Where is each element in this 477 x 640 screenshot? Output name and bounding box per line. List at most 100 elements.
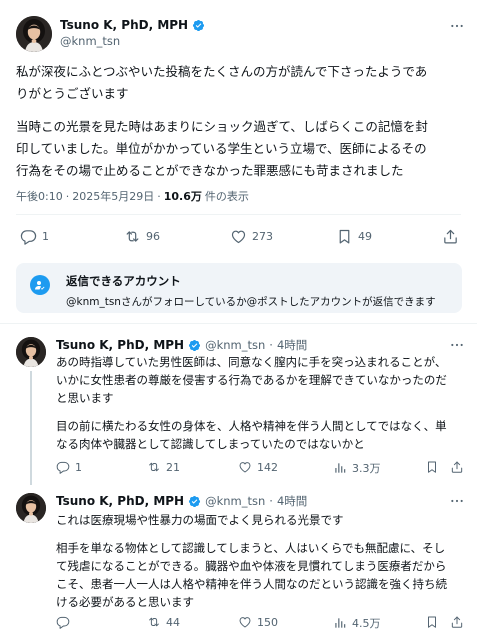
views-icon <box>333 461 347 475</box>
views-count: 3.3万 <box>352 462 381 475</box>
post-text-line: いかに女性患者の尊厳を侵害する行為であるかを理解できていなかったのだ <box>56 373 447 387</box>
post-text-line: りがとうございます <box>16 86 129 101</box>
author-name-row: Tsuno K, PhD, MPH <box>60 16 205 34</box>
like-count: 150 <box>257 615 278 629</box>
post-text-paragraph-2: 当時この光景を見た時はあまりにショック過ぎて、しばらくこの記憶を封 印していまし… <box>16 116 468 182</box>
share-button[interactable] <box>442 228 459 245</box>
post-text-line: 印していました。単位がかかっている学生という立場で、医師によるその <box>16 141 427 156</box>
bookmark-icon <box>336 228 353 245</box>
author-name[interactable]: Tsuno K, PhD, MPH <box>56 494 184 508</box>
reply-permission-icon <box>30 275 50 295</box>
repost-count: 21 <box>166 460 180 474</box>
share-button[interactable] <box>450 615 464 629</box>
post-text-line: あの時指導していた男性医師は、同意なく膣内に手を突っ込まれることが、 <box>56 355 447 369</box>
reply-permission-notice: 返信できるアカウント @knm_tsnさんがフォローしているか@ポストしたアカウ… <box>16 263 462 313</box>
post-text-line: これは医療現場や性暴力の場面でよく見られる光景です <box>56 513 344 527</box>
reply-button[interactable]: 1 <box>56 460 82 474</box>
views-count: 4.5万 <box>352 617 381 630</box>
post-time[interactable]: 4時間 <box>277 493 307 509</box>
like-count: 142 <box>257 460 278 474</box>
verified-badge-icon[interactable] <box>188 339 201 352</box>
like-icon <box>230 228 247 245</box>
reply-text-paragraph-2: 目の前に横たわる女性の身体を、人格や精神を伴う人間としてではなく、単 なる肉体や… <box>56 417 466 453</box>
reply-text-paragraph-1: あの時指導していた男性医師は、同意なく膣内に手を突っ込まれることが、 いかに女性… <box>56 353 466 407</box>
post-text-line: 私が深夜にふとつぶやいた投稿をたくさんの方が読んで下さったようであ <box>16 64 428 79</box>
avatar[interactable] <box>16 493 46 523</box>
reply-permission-description: @knm_tsnさんがフォローしているか@ポストしたアカウントが返信できます <box>66 296 436 308</box>
reply-count: 1 <box>75 460 82 474</box>
more-options-icon[interactable] <box>446 18 468 34</box>
repost-button[interactable]: 21 <box>147 460 180 474</box>
repost-icon <box>147 615 161 629</box>
views-label: 件の表示 <box>204 190 249 203</box>
author-handle[interactable]: @knm_tsn <box>60 34 120 48</box>
post-date[interactable]: 2025年5月29日 <box>72 188 154 204</box>
reply-button[interactable]: 1 <box>20 228 49 245</box>
like-count: 273 <box>252 230 273 243</box>
bookmark-button[interactable] <box>425 615 439 629</box>
post-time[interactable]: 午後0:10 <box>16 188 63 204</box>
post-text-paragraph-1: 私が深夜にふとつぶやいた投稿をたくさんの方が読んで下さったようであ りがとうござ… <box>16 61 468 105</box>
repost-icon <box>147 460 161 474</box>
main-post: Tsuno K, PhD, MPH @knm_tsn 私が深夜にふとつぶやいた投… <box>0 0 477 318</box>
reply-text-paragraph-2: 相手を単なる物体として認識してしまうと、人はいくらでも無配慮に、そし て残虐にな… <box>56 539 466 611</box>
verified-badge-icon[interactable] <box>188 495 201 508</box>
more-options-icon[interactable] <box>446 493 468 509</box>
thread-line <box>30 371 32 485</box>
share-icon <box>450 460 464 474</box>
share-button[interactable] <box>450 460 464 474</box>
views-button[interactable]: 3.3万 <box>333 460 381 476</box>
reply-icon <box>56 460 70 474</box>
author-handle[interactable]: @knm_tsn <box>205 338 265 352</box>
repost-count: 96 <box>146 230 160 243</box>
reply-icon <box>56 615 70 629</box>
post-text-line: なる肉体や臓器として認識してしまっていたのではないかと <box>56 437 365 451</box>
meta-separator: · <box>269 338 273 352</box>
like-button[interactable]: 142 <box>238 460 278 474</box>
bookmark-button[interactable]: 49 <box>336 228 372 245</box>
bookmark-icon <box>425 615 439 629</box>
divider <box>16 214 461 215</box>
post-text-line: て残虐になることができる。臓器や血や体液を見慣れてしまう医療者だから <box>56 559 447 573</box>
reply-post[interactable]: Tsuno K, PhD, MPH @knm_tsn · 4時間 これは医療現場… <box>0 485 477 640</box>
meta-separator: · <box>157 189 161 203</box>
reply-icon <box>20 228 37 245</box>
post-text-line: 行為をその場で止めることができなかった罪悪感にも苛まされました <box>16 163 404 178</box>
share-icon <box>442 228 459 245</box>
author-name[interactable]: Tsuno K, PhD, MPH <box>60 18 188 32</box>
reply-button[interactable] <box>56 615 75 629</box>
like-icon <box>238 460 252 474</box>
avatar[interactable] <box>16 337 46 367</box>
repost-count: 44 <box>166 615 180 629</box>
views-count[interactable]: 10.6万 <box>164 188 202 204</box>
reply-count: 1 <box>42 230 49 243</box>
post-text-line: こそ、患者一人一人は人格や精神を伴う人間なのだという認識を強く持ち続 <box>56 577 447 591</box>
bookmark-button[interactable] <box>425 460 439 474</box>
reply-post[interactable]: Tsuno K, PhD, MPH @knm_tsn · 4時間 あの時指導して… <box>0 323 477 485</box>
reply-header: Tsuno K, PhD, MPH @knm_tsn · 4時間 <box>56 337 307 353</box>
like-icon <box>238 615 252 629</box>
repost-button[interactable]: 96 <box>124 228 160 245</box>
more-options-icon[interactable] <box>446 337 468 353</box>
bookmark-count: 49 <box>358 230 372 243</box>
share-icon <box>450 615 464 629</box>
author-name[interactable]: Tsuno K, PhD, MPH <box>56 338 184 352</box>
post-time[interactable]: 4時間 <box>277 337 307 353</box>
post-meta: 午後0:10 · 2025年5月29日 · 10.6万 件の表示 <box>16 188 249 204</box>
views-button[interactable]: 4.5万 <box>333 615 381 631</box>
reply-header: Tsuno K, PhD, MPH @knm_tsn · 4時間 <box>56 493 307 509</box>
like-button[interactable]: 273 <box>230 228 273 245</box>
reply-permission-title: 返信できるアカウント <box>66 274 181 288</box>
author-handle[interactable]: @knm_tsn <box>205 494 265 508</box>
post-text-line: 当時この光景を見た時はあまりにショック過ぎて、しばらくこの記憶を封 <box>16 119 428 134</box>
bookmark-icon <box>425 460 439 474</box>
avatar[interactable] <box>16 16 52 52</box>
meta-separator: · <box>65 189 70 203</box>
verified-badge-icon[interactable] <box>192 19 205 32</box>
repost-button[interactable]: 44 <box>147 615 180 629</box>
post-text-line: と思います <box>56 391 114 405</box>
post-text-line: ける必要があると思います <box>56 595 194 609</box>
views-icon <box>333 616 347 630</box>
reply-text-paragraph-1: これは医療現場や性暴力の場面でよく見られる光景です <box>56 511 466 529</box>
like-button[interactable]: 150 <box>238 615 278 629</box>
